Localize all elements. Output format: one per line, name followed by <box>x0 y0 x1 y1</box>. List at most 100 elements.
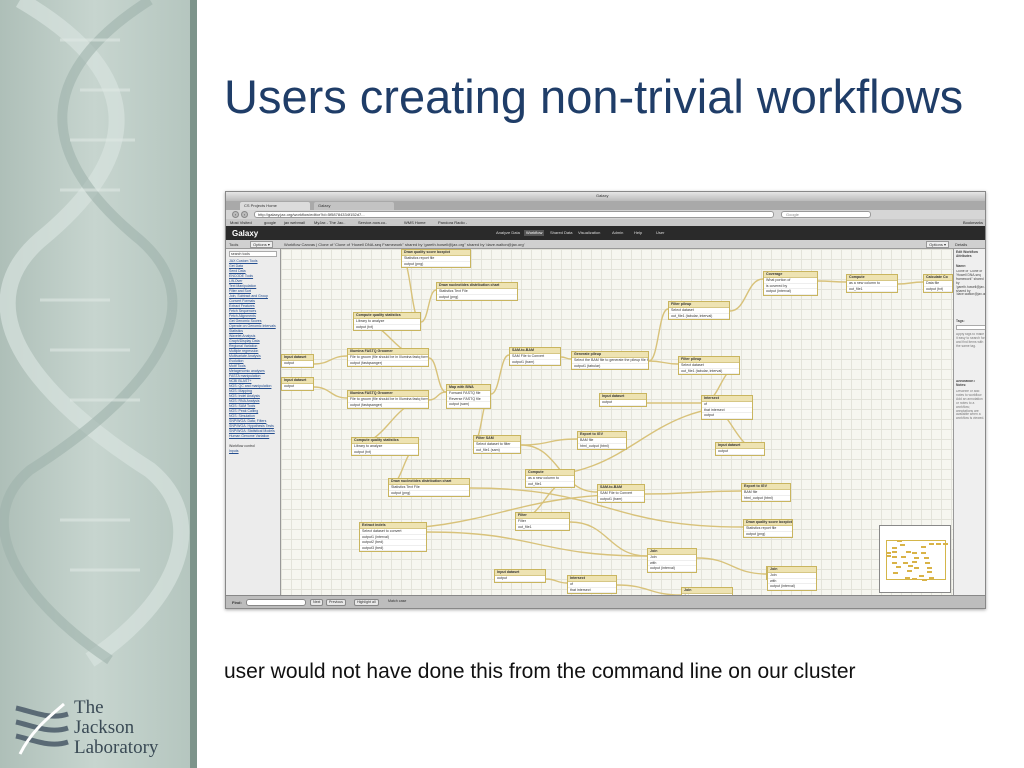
workflow-node[interactable]: Input datasetoutput <box>281 377 314 391</box>
galaxy-logo[interactable]: Galaxy <box>232 229 258 238</box>
node-port[interactable]: output (txt) <box>924 287 952 292</box>
node-port[interactable]: output (fastqsanger) <box>348 403 428 408</box>
nav-analyze-data[interactable]: Analyze Data <box>494 230 522 236</box>
node-port[interactable]: output1 (bam) <box>510 360 560 365</box>
bookmark-item[interactable]: google <box>264 220 276 225</box>
search-input[interactable]: Google <box>781 211 871 218</box>
url-input[interactable]: http://galaxy.jax.org/workflow/editor?id… <box>254 211 774 218</box>
workflow-node[interactable]: Generate pileup Select the BAM file to ge… <box>571 351 649 370</box>
node-port[interactable]: out_file1 (tabular, interval) <box>669 314 729 319</box>
tools-options-button[interactable]: Options ▾ <box>250 241 273 248</box>
workflow-node[interactable]: Map with BWA Forward FASTQ file Reverse FA… <box>446 384 491 409</box>
node-port[interactable]: output (png) <box>744 532 792 537</box>
node-port[interactable]: output (txt) <box>354 325 420 330</box>
workflow-node[interactable]: Calculate Co Data file output (txt) <box>923 274 953 293</box>
nav-admin[interactable]: Admin <box>610 230 625 236</box>
node-port[interactable]: output (interval) <box>764 289 817 295</box>
workflow-node[interactable]: Filter Filter out_file1 <box>515 512 570 531</box>
find-input[interactable] <box>246 599 306 606</box>
workflow-node[interactable]: Draw nucleotides distribution chart Stati… <box>388 478 470 497</box>
find-next-button[interactable]: Next <box>310 599 324 606</box>
bookmark-item[interactable]: jax webmail <box>284 220 305 225</box>
node-port[interactable]: out_file1 <box>847 287 897 292</box>
node-port[interactable]: out_file1 <box>516 525 569 530</box>
node-port[interactable]: output <box>702 413 752 419</box>
workflow-node[interactable]: Input datasetoutput <box>599 393 647 407</box>
node-port[interactable]: output <box>495 576 545 582</box>
workflow-node[interactable]: Intersect of that intersect output <box>701 395 753 420</box>
workflow-node[interactable]: Draw nucleotides distribution chart Stati… <box>436 282 518 301</box>
workflow-node[interactable]: Illumina FASTQ Groomer File to groom (fil… <box>347 390 429 409</box>
nav-user[interactable]: User <box>654 230 666 236</box>
workflow-canvas[interactable]: Draw quality score boxplot Statistics rep… <box>281 249 953 595</box>
browser-tab-galaxy[interactable]: Galaxy <box>314 202 394 210</box>
node-port[interactable]: output <box>282 384 313 390</box>
node-port[interactable]: output3 (bed) <box>360 546 426 551</box>
workflow-node[interactable]: Join Join with output (interval) <box>647 548 697 573</box>
node-port[interactable]: html_output (html) <box>742 496 790 501</box>
workflow-node[interactable]: Input datasetoutput <box>281 354 314 368</box>
node-port[interactable]: output (txt) <box>352 450 418 455</box>
node-port[interactable]: output <box>282 361 313 367</box>
workflow-node[interactable]: Compute as a new column to out_file1 <box>525 469 575 488</box>
canvas-options-button[interactable]: Options ▾ <box>926 241 949 248</box>
browser-tab-cs-projects[interactable]: CS Projects Home <box>240 202 310 210</box>
workflow-node[interactable]: Filter pileup Select dataset out_file1 (ta… <box>668 301 730 320</box>
canvas-overview-minimap[interactable] <box>879 525 951 593</box>
workflow-node[interactable]: Intersect of that intersect <box>567 575 617 594</box>
workflow-node[interactable]: Compute as a new column to out_file1 <box>846 274 898 293</box>
workflow-node[interactable]: Coverage What portion of is covered by outp… <box>763 271 818 296</box>
node-port[interactable]: output <box>600 400 646 406</box>
tool-search-input[interactable]: search tools <box>229 251 277 257</box>
nav-visualization[interactable]: Visualization <box>576 230 602 236</box>
bookmark-item[interactable]: Service-now.co.. <box>358 220 387 225</box>
workflow-node[interactable]: JoinJoin <box>681 587 733 595</box>
workflow-node[interactable]: Input datasetoutput <box>715 442 765 456</box>
node-port[interactable]: output (png) <box>402 262 470 267</box>
bookmarks-menu[interactable]: Bookmarks <box>963 220 983 225</box>
nav-help[interactable]: Help <box>632 230 644 236</box>
bookmark-item[interactable]: MyJax - The Jac.. <box>314 220 346 225</box>
nav-workflow[interactable]: Workflow <box>524 230 545 236</box>
node-port[interactable]: output1 (tabular) <box>572 364 648 369</box>
workflow-name-value[interactable]: Clone of 'Clone of 'Howell DNA-seq frame… <box>956 270 985 318</box>
workflow-node[interactable]: Compute quality statistics Library to ana… <box>353 312 421 331</box>
node-port[interactable]: output <box>716 449 764 455</box>
node-port[interactable]: html_output (html) <box>578 444 626 449</box>
workflow-node[interactable]: SAM-to-BAM SAM File to Convert output1 (ba… <box>597 484 645 503</box>
node-port[interactable]: that intersect <box>568 588 616 593</box>
node-port[interactable]: output (png) <box>437 295 517 300</box>
workflow-node[interactable]: Filter SAM Select dataset to filter out_fi… <box>473 435 521 454</box>
workflow-node[interactable]: Illumina FASTQ Groomer File to groom (fil… <box>347 348 429 367</box>
bookmark-item[interactable]: WMS Home <box>404 220 426 225</box>
forward-icon[interactable]: › <box>241 211 248 218</box>
workflow-node[interactable]: Export to IGV BAM file html_output (html) <box>741 483 791 502</box>
workflow-node[interactable]: Filter pileup Select dataset out_file1 (ta… <box>678 356 740 375</box>
tags-input[interactable] <box>956 325 985 330</box>
back-icon[interactable]: ‹ <box>232 211 239 218</box>
workflow-node[interactable]: Export to IGV BAM file html_output (html) <box>577 431 627 450</box>
node-port[interactable]: output (fastqsanger) <box>348 361 428 366</box>
bookmark-item[interactable]: Pandora Radio - <box>438 220 467 225</box>
match-case-checkbox[interactable]: Match case <box>386 599 408 606</box>
workflow-node[interactable]: Join Join with output (interval) <box>767 566 817 591</box>
workflow-node[interactable]: Input datasetoutput <box>494 569 546 583</box>
node-port[interactable]: output1 (bam) <box>598 497 644 502</box>
node-port[interactable]: out_file1 <box>526 482 574 487</box>
tool-section-link[interactable]: Inputs <box>229 449 279 454</box>
workflow-node[interactable]: Extract indels Select dataset to convert o… <box>359 522 427 552</box>
node-port[interactable]: out_file1 (sam) <box>474 448 520 453</box>
node-port[interactable]: out_file1 (tabular, interval) <box>679 369 739 374</box>
find-previous-button[interactable]: Previous <box>326 599 346 606</box>
minimap-viewport[interactable] <box>886 540 946 580</box>
highlight-all-button[interactable]: Highlight all <box>354 599 379 606</box>
node-port[interactable]: output (sam) <box>447 402 490 408</box>
workflow-node[interactable]: Compute quality statistics Library to ana… <box>351 437 419 456</box>
node-port[interactable]: output (png) <box>389 491 469 496</box>
node-port[interactable]: output (interval) <box>768 584 816 590</box>
workflow-node[interactable]: Draw quality score boxplot Statistics rep… <box>743 519 793 538</box>
bookmark-item[interactable]: Most Visited <box>230 220 252 225</box>
workflow-node[interactable]: SAM-to-BAM SAM File to Convert output1 (ba… <box>509 347 561 366</box>
nav-shared-data[interactable]: Shared Data <box>548 230 574 236</box>
workflow-node[interactable]: Draw quality score boxplot Statistics rep… <box>401 249 471 268</box>
